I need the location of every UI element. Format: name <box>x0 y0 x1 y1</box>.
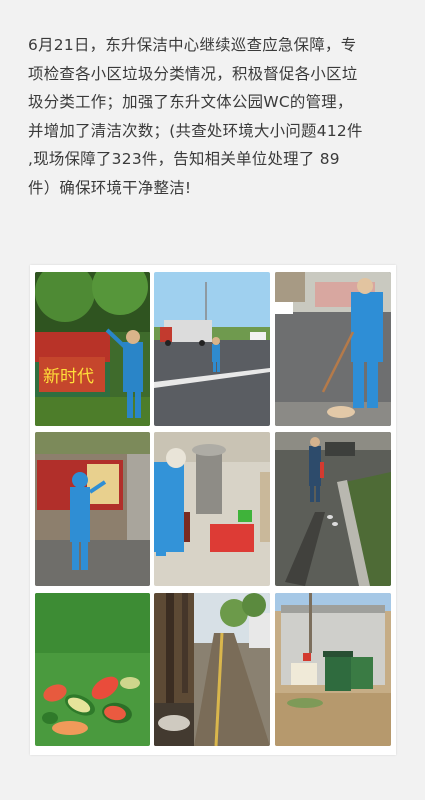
trash-bin-cleaning-photo[interactable] <box>154 432 270 586</box>
photo-collage: 新时代 <box>30 265 396 755</box>
article-line: 圾分类工作；加强了东升文体公园WC的管理， <box>28 93 353 112</box>
garbage-bins-photo[interactable] <box>275 593 391 746</box>
worker-cleaning-wall-photo[interactable]: 新时代 <box>35 272 150 426</box>
sidewalk-trees-photo[interactable] <box>154 593 270 746</box>
sweeping-road-photo[interactable] <box>275 272 391 426</box>
article-text: 6月21日，东升保洁中心继续巡查应急保障，专 项检查各小区垃圾分类情况，积极督促… <box>28 31 404 203</box>
article-line: ,现场保障了323件，告知相关单位处理了 89 <box>28 150 340 169</box>
worker-by-billboard-photo[interactable] <box>35 432 150 586</box>
watermelon-rind-photo[interactable] <box>35 593 150 746</box>
article-line: 6月21日，东升保洁中心继续巡查应急保障，专 <box>28 36 357 54</box>
article-line: 并增加了清洁次数；(共查处环境大小问题412件 <box>28 121 363 140</box>
street-truck-photo[interactable] <box>154 272 270 426</box>
sign-text: 新时代 <box>43 367 94 387</box>
roadside-litter-photo[interactable] <box>275 432 391 586</box>
article-line: 项检查各小区垃圾分类情况，积极督促各小区垃 <box>28 64 358 83</box>
article-line: 件）确保环境干净整洁! <box>28 178 192 197</box>
